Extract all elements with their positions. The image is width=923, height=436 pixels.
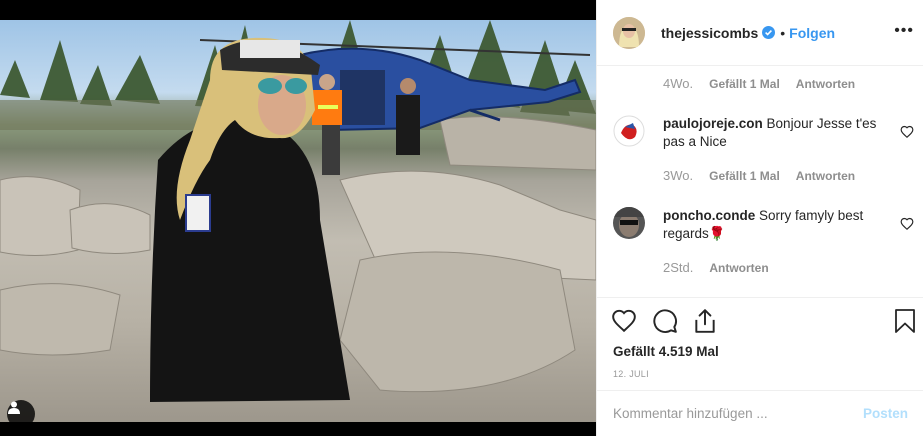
add-comment-bar: Posten (597, 390, 923, 436)
reply-button[interactable]: Antworten (709, 261, 768, 275)
photo-top-bar (0, 0, 596, 20)
reply-button[interactable]: Antworten (796, 169, 855, 183)
post-header: thejessicombs • Folgen ••• (597, 0, 923, 66)
comment-icon[interactable] (652, 308, 678, 334)
comment-meta: 3Wo. Gefällt 1 Mal Antworten (663, 168, 855, 183)
verified-badge-icon (762, 26, 776, 39)
comment-meta: 2Std. Antworten (663, 260, 769, 275)
header-separator: • (780, 24, 786, 41)
share-icon[interactable] (692, 308, 718, 334)
comment-item: paulojoreje.con Bonjour Jesse t'es pas a… (613, 115, 913, 151)
comment-input[interactable] (613, 406, 863, 421)
commenter-avatar[interactable] (613, 115, 645, 147)
comment-item: poncho.conde Sorry famyly best regards🌹 (613, 207, 913, 243)
post-photo-area (0, 0, 596, 436)
comment-likes[interactable]: Gefällt 1 Mal (709, 77, 780, 91)
post-actions: Gefällt 4.519 Mal 12. JULI (597, 297, 923, 389)
heart-icon[interactable] (611, 308, 637, 334)
commenter-avatar[interactable] (613, 207, 645, 239)
commenter-username[interactable]: poncho.conde (663, 208, 755, 223)
post-comment-button[interactable]: Posten (863, 406, 908, 421)
follow-button[interactable]: Folgen (789, 25, 835, 41)
comment-likes[interactable]: Gefällt 1 Mal (709, 169, 780, 183)
comment-like-heart-icon[interactable] (900, 217, 914, 231)
bookmark-icon[interactable] (893, 308, 919, 334)
post-date[interactable]: 12. JULI (613, 369, 649, 379)
author-avatar[interactable] (613, 16, 645, 49)
author-username[interactable]: thejessicombs (661, 25, 758, 41)
comment-meta: 4Wo. Gefällt 1 Mal Antworten (663, 76, 855, 91)
photo-bottom-bar (0, 422, 596, 436)
post-image-art (0, 20, 596, 402)
comment-time[interactable]: 3Wo. (663, 168, 693, 183)
comment-body: poncho.conde Sorry famyly best regards🌹 (663, 207, 883, 243)
comment-time[interactable]: 4Wo. (663, 76, 693, 91)
comment-body: paulojoreje.con Bonjour Jesse t'es pas a… (663, 115, 883, 151)
ellipsis-icon[interactable]: ••• (894, 22, 914, 40)
comment-time[interactable]: 2Std. (663, 260, 693, 275)
likes-count[interactable]: Gefällt 4.519 Mal (613, 344, 719, 359)
comment-like-heart-icon[interactable] (900, 125, 914, 139)
user-tag-icon[interactable] (7, 400, 35, 422)
post-side-panel: thejessicombs • Folgen ••• 4Wo. Gefällt … (596, 0, 923, 436)
comments-list: 4Wo. Gefällt 1 Mal Antworten paulojoreje… (597, 67, 923, 296)
post-image[interactable] (0, 20, 596, 422)
commenter-username[interactable]: paulojoreje.con (663, 116, 763, 131)
reply-button[interactable]: Antworten (796, 77, 855, 91)
